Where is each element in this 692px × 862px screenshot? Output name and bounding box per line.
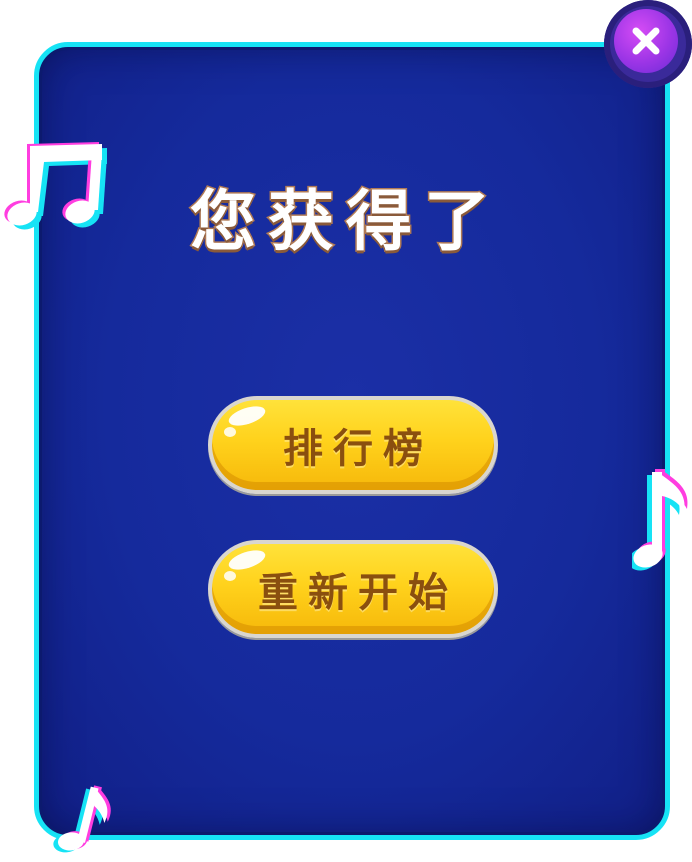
result-dialog-screen: 您获得了 排行榜 重新开始 xyxy=(0,0,692,862)
restart-button-label: 重新开始 xyxy=(258,570,458,616)
leaderboard-button-label: 排行榜 xyxy=(283,426,433,472)
music-note-icon xyxy=(632,469,688,571)
restart-button[interactable]: 重新开始 xyxy=(208,540,498,638)
music-note-icon xyxy=(53,785,111,853)
leaderboard-button[interactable]: 排行榜 xyxy=(208,396,498,494)
music-note-icon xyxy=(4,142,107,230)
close-icon xyxy=(614,9,678,73)
close-button[interactable] xyxy=(604,0,692,88)
